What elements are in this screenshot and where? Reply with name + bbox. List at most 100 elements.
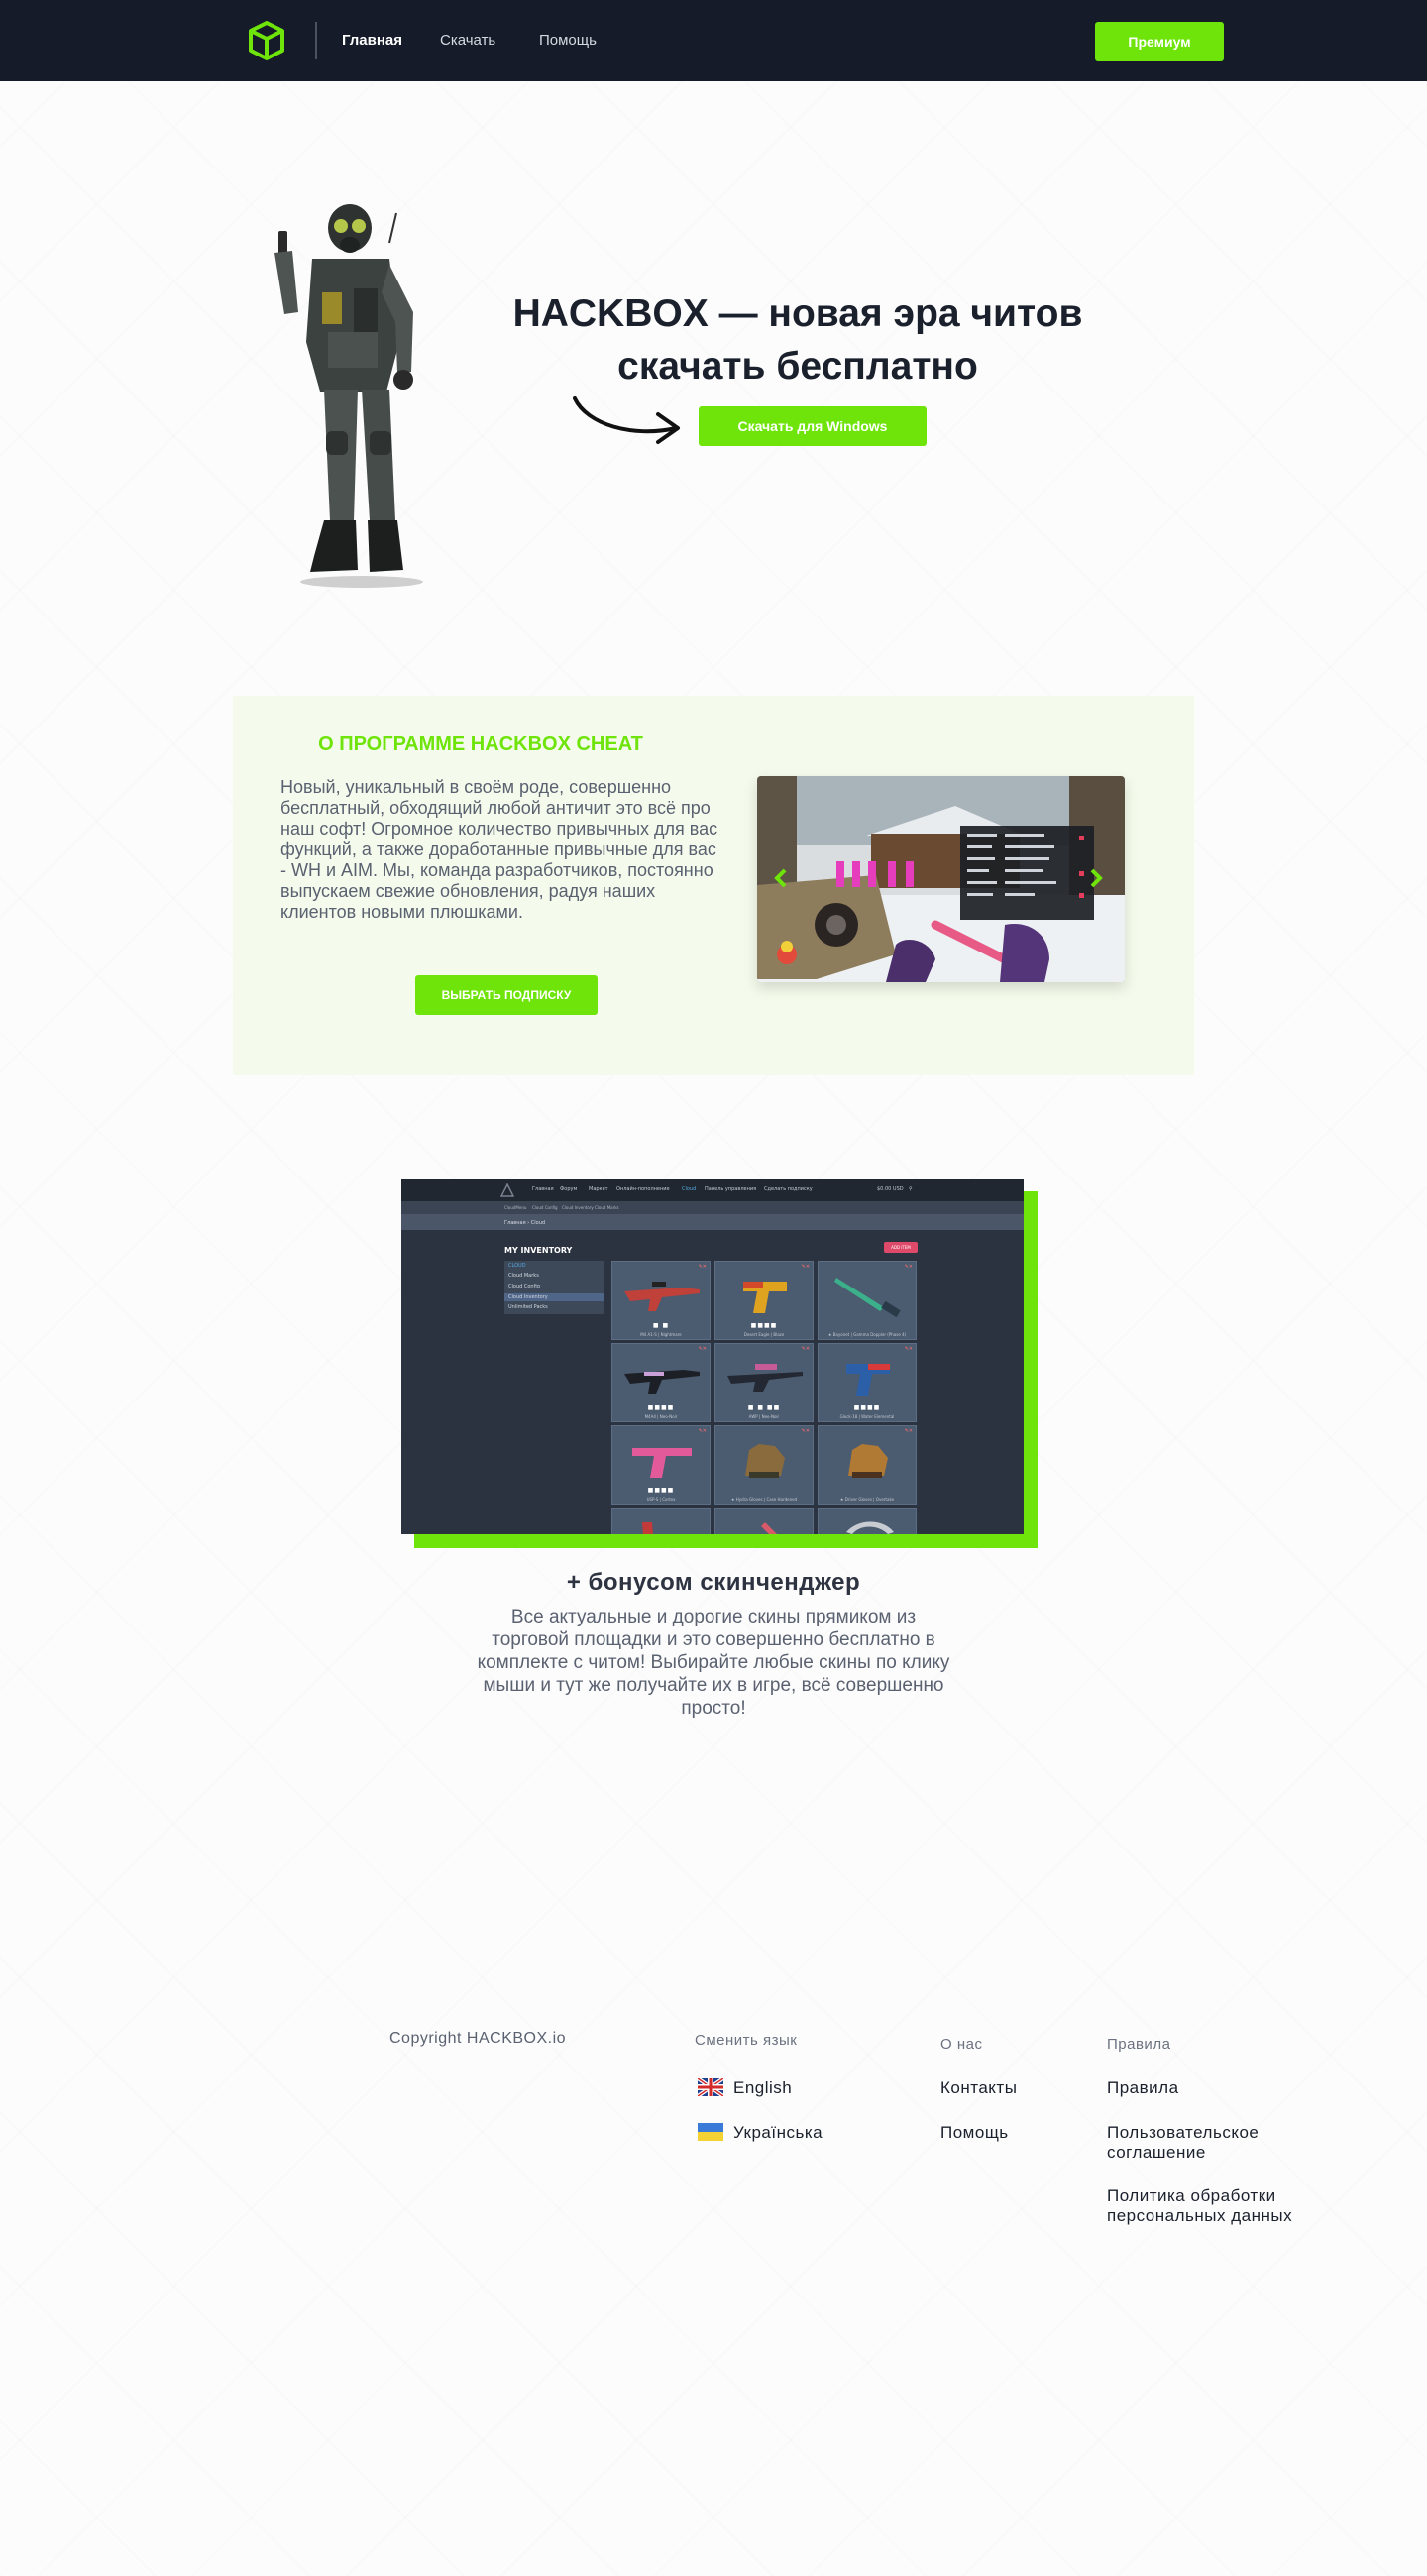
inv-skin-card: ✎✕ ■■■■ M4A4 | Neo-Noir	[611, 1343, 711, 1422]
inventory-grid: ✎✕ ■ ■ M4 A1-S | Nightmare ✎✕ ■■■■ Deser…	[611, 1261, 919, 1534]
inv-subnav-item: Cloud Inventory	[562, 1205, 594, 1210]
footer-lang-heading: Сменить язык	[695, 2032, 798, 2049]
inv-stickers: ■■■■	[853, 1404, 881, 1411]
lang-english-link[interactable]: English	[733, 2078, 792, 2098]
footer-rules-link[interactable]: Правила	[1107, 2078, 1325, 2098]
inv-sidebar-item: Cloud Inventory	[508, 1294, 548, 1300]
inventory-add-button: ADD ITEM	[884, 1242, 918, 1253]
inv-skin-card: ✎✕ ★ Hydra Gloves | Case Hardened	[714, 1425, 814, 1505]
inv-nav-item: Панель управления	[705, 1186, 757, 1192]
edit-icon: ✎✕	[904, 1346, 913, 1352]
inv-card-caption: AWP | Neo-Noir	[748, 1414, 780, 1419]
premium-button[interactable]: Премиум	[1095, 22, 1224, 61]
footer-help-link[interactable]: Помощь	[940, 2123, 1009, 2143]
inv-skin-card: ✎✕ ■ ■ ■■ AWP | Neo-Noir	[714, 1343, 814, 1422]
edit-icon: ✎✕	[801, 1346, 810, 1352]
knife-icon	[834, 1278, 901, 1318]
inv-skin-card: ✎✕ ■■■■ Glock-18 | Water Elemental	[818, 1343, 917, 1422]
inv-card-caption: M4A4 | Neo-Noir	[644, 1414, 678, 1419]
knife-icon	[642, 1522, 653, 1534]
inv-skin-card: ✎✕ ★ Driver Gloves | Overtake	[818, 1425, 917, 1505]
inv-sidebar-item: Unlimited Packs	[508, 1304, 548, 1310]
footer-about-heading: О нас	[940, 2036, 983, 2053]
hero-title-line2: скачать бесплатно	[617, 345, 978, 388]
inventory-breadcrumb: Главная › Cloud	[401, 1214, 1024, 1230]
pistol-icon	[743, 1282, 787, 1313]
inv-stickers: ■■■■	[647, 1404, 675, 1411]
about-text: Новый, уникальный в своём роде, совершен…	[280, 777, 718, 922]
nav-divider	[315, 22, 317, 59]
arrow-icon	[573, 396, 680, 444]
inv-subnav-item: Cloud Marks	[595, 1205, 619, 1210]
sniper-icon	[727, 1364, 803, 1392]
inv-sidebar-item: CLOUD	[508, 1263, 526, 1269]
copyright-text: Copyright HACKBOX.io	[389, 2030, 567, 2047]
knife-icon	[846, 1521, 894, 1534]
inv-skin-card	[818, 1508, 917, 1534]
nav-download-link[interactable]: Скачать	[440, 32, 495, 49]
lang-ukrainian-link[interactable]: Українська	[733, 2123, 823, 2143]
nav-home-link[interactable]: Главная	[342, 32, 402, 49]
cube-icon[interactable]	[248, 21, 285, 60]
inv-card-caption: ★ Driver Gloves | Overtake	[839, 1497, 895, 1502]
inv-nav-item: Главная	[532, 1186, 554, 1192]
download-windows-button[interactable]: Скачать для Windows	[699, 406, 927, 446]
inventory-topbar: Главная Форум Маркет Онлайн-пополнение C…	[401, 1179, 1024, 1201]
inv-card-caption: ★ Hydra Gloves | Case Hardened	[730, 1497, 798, 1502]
soldier-image	[274, 204, 423, 588]
footer-contacts-link[interactable]: Контакты	[940, 2078, 1017, 2098]
inv-skin-card	[714, 1508, 814, 1534]
choose-subscription-button[interactable]: ВЫБРАТЬ ПОДПИСКУ	[415, 975, 598, 1015]
inv-nav-item: Форум	[560, 1186, 578, 1192]
edit-icon: ✎✕	[801, 1428, 810, 1434]
nav-help-link[interactable]: Помощь	[539, 32, 597, 49]
inv-card-caption: USP-S | Cortex	[646, 1497, 676, 1502]
inventory-screenshot: Главная Форум Маркет Онлайн-пополнение C…	[401, 1179, 1024, 1534]
about-title: О ПРОГРАММЕ HACKBOX CHEAT	[318, 733, 643, 755]
inv-card-caption: M4 A1-S | Nightmare	[640, 1332, 682, 1337]
game-screenshot	[757, 776, 1125, 982]
knife-icon	[761, 1522, 777, 1534]
inv-stickers: ■■■■	[750, 1322, 778, 1329]
edit-icon: ✎✕	[698, 1264, 707, 1270]
inv-breadcrumb-text: Главная › Cloud	[504, 1220, 546, 1226]
glove-icon	[848, 1444, 888, 1478]
edit-icon: ✎✕	[698, 1346, 707, 1352]
inv-stickers: ■ ■	[652, 1322, 670, 1329]
inv-skin-card: ✎✕ ★ Bayonet | Gamma Doppler (Phase 4)	[818, 1261, 917, 1340]
pistol-icon	[846, 1364, 890, 1396]
inv-balance: $0.00 USD	[877, 1186, 904, 1192]
inv-skin-card: ✎✕ ■■■■ Desert Eagle | Blaze	[714, 1261, 814, 1340]
inv-subnav-item: CloudMenu	[504, 1205, 527, 1210]
triangle-logo-icon	[500, 1183, 514, 1197]
rifle-icon	[624, 1370, 700, 1394]
inv-subnav-item: Cloud Config	[532, 1205, 558, 1210]
hero-title: HACKBOX — новая эра читов скачать беспла…	[466, 287, 1130, 392]
edit-icon: ✎✕	[904, 1428, 913, 1434]
top-nav-bar: Главная Скачать Помощь Премиум	[0, 0, 1427, 81]
inv-skin-card: ✎✕ ■ ■ M4 A1-S | Nightmare	[611, 1261, 711, 1340]
inventory-subnav: CloudMenu Cloud Config Cloud Inventory C…	[401, 1201, 1024, 1214]
footer-user-agreement-link[interactable]: Пользовательское соглашение	[1107, 2123, 1295, 2163]
edit-icon: ✎✕	[801, 1264, 810, 1270]
glove-icon	[745, 1444, 785, 1478]
inv-card-caption: Desert Eagle | Blaze	[743, 1332, 785, 1337]
inv-card-caption: ★ Bayonet | Gamma Doppler (Phase 4)	[827, 1332, 907, 1337]
edit-icon: ✎✕	[904, 1264, 913, 1270]
inv-stickers: ■■■■	[647, 1487, 675, 1494]
inventory-sidebar: CLOUD Cloud Marks Cloud Config Cloud Inv…	[504, 1261, 604, 1314]
bonus-text: Все актуальные и дорогие скины прямиком …	[477, 1607, 950, 1719]
inv-sidebar-item: Cloud Config	[508, 1284, 540, 1289]
inventory-heading: MY INVENTORY	[504, 1246, 573, 1255]
hero-title-line1: HACKBOX — новая эра читов	[512, 292, 1083, 335]
inv-nav-item: Маркет	[589, 1186, 608, 1192]
inv-search-icon: ⚲	[909, 1186, 913, 1192]
inv-skin-card	[611, 1508, 711, 1534]
inv-nav-item: Сделать подписку	[764, 1186, 813, 1192]
footer-privacy-link[interactable]: Политика обработки персональных данных	[1107, 2186, 1325, 2226]
rifle-icon	[624, 1282, 700, 1311]
pistol-icon	[632, 1448, 692, 1478]
inv-card-caption: Glock-18 | Water Elemental	[839, 1414, 895, 1419]
inv-stickers: ■ ■ ■■	[747, 1404, 781, 1411]
inv-nav-item: Cloud	[682, 1186, 697, 1192]
